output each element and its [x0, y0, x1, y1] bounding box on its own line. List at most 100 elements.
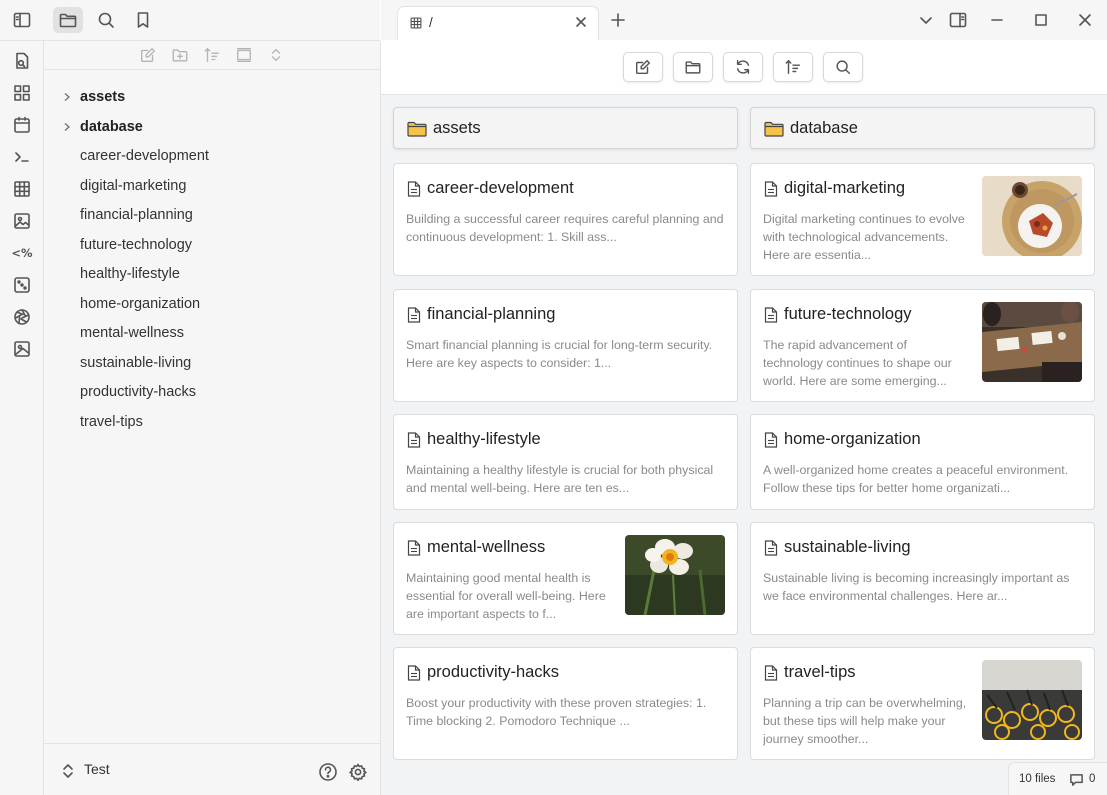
vault-switch-icon[interactable] [62, 763, 74, 779]
tree-folder-database[interactable]: database [44, 113, 380, 141]
tree-file[interactable]: healthy-lifestyle [44, 260, 380, 288]
random-dice-icon[interactable] [11, 274, 33, 296]
image-icon[interactable] [11, 338, 33, 360]
open-quick-switcher-icon[interactable] [11, 50, 33, 72]
folder-card-assets[interactable]: assets [393, 107, 738, 149]
expand-icon[interactable] [266, 45, 286, 65]
note-card[interactable]: digital-marketing Digital marketing cont… [750, 163, 1095, 276]
note-card[interactable]: sustainable-living Sustainable living is… [750, 522, 1095, 635]
new-note-button[interactable] [623, 52, 663, 82]
table-icon[interactable] [11, 178, 33, 200]
percent-template-icon[interactable]: <% [11, 242, 33, 264]
note-preview: Smart financial planning is crucial for … [406, 338, 713, 370]
layout-grid-icon[interactable] [11, 82, 33, 104]
note-thumbnail-bicycles [982, 660, 1082, 740]
note-title: future-technology [784, 305, 912, 323]
tab-close-icon[interactable] [574, 15, 588, 29]
tree-file[interactable]: mental-wellness [44, 319, 380, 347]
tree-folder-assets[interactable]: assets [44, 83, 380, 111]
right-sidebar-toggle-icon[interactable] [948, 10, 968, 30]
file-icon [764, 181, 778, 197]
tree-file[interactable]: travel-tips [44, 408, 380, 436]
note-card[interactable]: financial-planning Smart financial plann… [393, 289, 738, 402]
note-preview: Boost your productivity with these prove… [406, 696, 707, 728]
note-title: sustainable-living [784, 538, 911, 556]
refresh-icon [736, 59, 750, 75]
note-card[interactable]: healthy-lifestyle Maintaining a healthy … [393, 414, 738, 510]
open-folder-button[interactable] [673, 52, 713, 82]
tree-folder-label: database [80, 119, 143, 135]
file-explorer-tab[interactable] [53, 7, 83, 33]
note-card[interactable]: career-development Building a successful… [393, 163, 738, 276]
search-button[interactable] [823, 52, 863, 82]
search-tab[interactable] [91, 7, 121, 33]
image-gallery-icon[interactable] [11, 210, 33, 232]
tree-file[interactable]: future-technology [44, 231, 380, 259]
search-icon [836, 60, 851, 75]
sort-icon[interactable] [202, 45, 222, 65]
tree-file-label: digital-marketing [80, 178, 187, 194]
note-title: healthy-lifestyle [427, 430, 541, 448]
file-icon [407, 307, 421, 323]
new-tab-plus-icon[interactable] [608, 10, 628, 30]
note-title: mental-wellness [427, 538, 546, 556]
new-folder-icon[interactable] [170, 45, 190, 65]
tree-file-label: sustainable-living [80, 355, 192, 371]
file-icon [764, 432, 778, 448]
note-card[interactable]: travel-tips Planning a trip can be overw… [750, 647, 1095, 760]
tree-file[interactable]: financial-planning [44, 201, 380, 229]
tree-file[interactable]: career-development [44, 142, 380, 170]
tab-list-chevron-down-icon[interactable] [916, 10, 936, 30]
note-title: financial-planning [427, 305, 556, 323]
tab-root[interactable]: / [397, 6, 599, 41]
file-icon [407, 665, 421, 681]
new-note-icon[interactable] [138, 45, 158, 65]
note-preview: Maintaining good mental health is essent… [406, 571, 606, 621]
collapse-icon[interactable] [234, 45, 254, 65]
vault-switcher: Test [44, 743, 380, 795]
calendar-icon[interactable] [11, 114, 33, 136]
folder-card-database[interactable]: database [750, 107, 1095, 149]
tree-file[interactable]: digital-marketing [44, 172, 380, 200]
note-card[interactable]: future-technology The rapid advancement … [750, 289, 1095, 402]
maximize-icon[interactable] [1031, 10, 1051, 30]
templater-glyph: <% [11, 246, 33, 260]
file-icon [407, 540, 421, 556]
file-icon [407, 432, 421, 448]
note-card[interactable]: mental-wellness Maintaining good mental … [393, 522, 738, 635]
status-bar: 10 files 0 [1008, 762, 1107, 795]
note-card[interactable]: home-organization A well-organized home … [750, 414, 1095, 510]
vault-name[interactable]: Test [84, 761, 110, 777]
sidebar-header [0, 0, 380, 41]
folder-icon [59, 13, 77, 28]
chevron-right-icon [64, 122, 71, 132]
tree-file[interactable]: productivity-hacks [44, 378, 380, 406]
minimize-icon[interactable] [987, 10, 1007, 30]
sort-button[interactable] [773, 52, 813, 82]
settings-gear-icon[interactable] [348, 762, 368, 782]
view-toolbar [381, 40, 1107, 95]
tree-file-label: productivity-hacks [80, 384, 197, 400]
open-folder-icon [685, 61, 701, 74]
file-icon [764, 540, 778, 556]
note-title: productivity-hacks [427, 663, 560, 681]
tab-bar: / [381, 0, 1107, 41]
bookmarks-tab[interactable] [128, 7, 158, 33]
note-title: digital-marketing [784, 179, 906, 197]
help-icon[interactable] [318, 762, 338, 782]
folder-icon [407, 121, 427, 137]
table-icon [410, 17, 422, 29]
terminal-icon[interactable] [11, 146, 33, 168]
file-count: 10 files [1019, 773, 1056, 785]
tree-file[interactable]: sustainable-living [44, 349, 380, 377]
refresh-button[interactable] [723, 52, 763, 82]
note-preview: Sustainable living is becoming increasin… [763, 571, 1070, 603]
sidebar-toggle-icon[interactable] [7, 7, 37, 33]
note-title: travel-tips [784, 663, 856, 681]
file-icon [764, 307, 778, 323]
aperture-icon[interactable] [11, 306, 33, 328]
tree-file[interactable]: home-organization [44, 290, 380, 318]
close-window-icon[interactable] [1075, 10, 1095, 30]
note-card[interactable]: productivity-hacks Boost your productivi… [393, 647, 738, 760]
note-preview: Building a successful career requires ca… [406, 212, 724, 244]
